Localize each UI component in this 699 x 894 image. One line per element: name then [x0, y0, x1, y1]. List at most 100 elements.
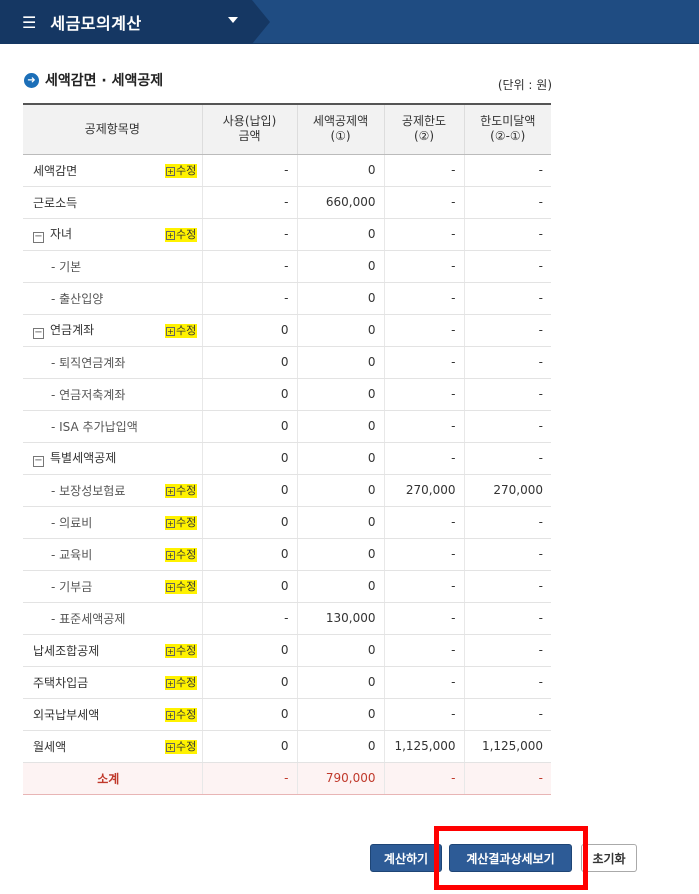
cell-unreached: - — [463, 410, 552, 443]
edit-button[interactable]: + 수정 — [165, 515, 198, 530]
cell-credit: 0 — [296, 442, 385, 475]
cell-paid: - — [201, 218, 298, 251]
cell-unreached: - — [463, 506, 552, 539]
cell-unreached: - — [463, 314, 552, 347]
cell-credit: 0 — [296, 250, 385, 283]
edit-button[interactable]: + 수정 — [165, 739, 198, 754]
cell-limit: - — [383, 186, 465, 219]
cell-credit: 0 — [296, 378, 385, 411]
row-name: - 출산입양 — [23, 282, 162, 315]
row-label: 외국납부세액 — [33, 707, 100, 722]
table-row: - 보장성보험료 + 수정 0 0 270,000 270,000 — [23, 474, 552, 507]
header-credit: 세액공제액 (①) — [296, 104, 385, 155]
row-edit-cell: + 수정 — [162, 506, 203, 539]
edit-button[interactable]: + 수정 — [165, 483, 198, 498]
row-name: 근로소득 — [23, 186, 162, 219]
cell-unreached: - — [463, 538, 552, 571]
edit-button[interactable]: + 수정 — [165, 323, 198, 338]
edit-label: 수정 — [176, 227, 197, 241]
row-edit-cell: + 수정 — [162, 698, 203, 731]
row-name: - 기본 — [23, 250, 162, 283]
cell-limit: - — [383, 506, 465, 539]
cell-unreached: 270,000 — [463, 474, 552, 507]
cell-credit: 0 — [296, 314, 385, 347]
plus-box-icon: + — [166, 678, 175, 688]
row-label: 납세조합공제 — [33, 643, 100, 658]
cell-unreached: - — [463, 154, 552, 187]
caret-down-icon — [228, 17, 238, 23]
edit-button[interactable]: + 수정 — [165, 675, 198, 690]
row-name: - 보장성보험료 — [23, 474, 162, 507]
cell-paid: 0 — [201, 538, 298, 571]
arrow-circle-icon: ➜ — [24, 72, 39, 88]
calculate-button[interactable]: 계산하기 — [370, 844, 442, 872]
cell-credit: 130,000 — [296, 602, 385, 635]
edit-button[interactable]: + 수정 — [165, 227, 198, 242]
cell-unreached: - — [463, 346, 552, 379]
cell-limit: 1,125,000 — [383, 730, 465, 763]
total-label: 소계 — [23, 761, 203, 795]
plus-box-icon: + — [166, 710, 175, 720]
cell-unreached: - — [463, 698, 552, 731]
row-edit-cell — [162, 346, 203, 379]
cell-credit: 0 — [296, 538, 385, 571]
cell-unreached: - — [463, 602, 552, 635]
cell-limit: 270,000 — [383, 474, 465, 507]
row-label: 세액감면 — [33, 163, 78, 178]
cell-credit: 0 — [296, 570, 385, 603]
edit-button[interactable]: + 수정 — [165, 163, 198, 178]
header-unreached: 한도미달액 (②-①) — [463, 104, 552, 155]
edit-button[interactable]: + 수정 — [165, 643, 198, 658]
collapse-toggle-icon[interactable]: − — [33, 328, 44, 339]
edit-button[interactable]: + 수정 — [165, 579, 198, 594]
collapse-toggle-icon[interactable]: − — [33, 232, 44, 243]
table-row: - 의료비 + 수정 0 0- - — [23, 506, 552, 539]
cell-unreached: - — [463, 634, 552, 667]
row-edit-cell: + 수정 — [162, 570, 203, 603]
row-label: - 보장성보험료 — [51, 483, 126, 498]
row-label: - 연금저축계좌 — [51, 387, 126, 402]
row-name: - 의료비 — [23, 506, 162, 539]
cell-limit: - — [383, 602, 465, 635]
edit-label: 수정 — [176, 643, 197, 657]
row-name: - 표준세액공제 — [23, 602, 162, 635]
table-row: 월세액 + 수정 0 0 1,125,000 1,125,000 — [23, 730, 552, 763]
row-edit-cell: + 수정 — [162, 314, 203, 347]
row-label: - 의료비 — [51, 515, 93, 530]
cell-limit: - — [383, 218, 465, 251]
cell-limit: - — [383, 282, 465, 315]
menu-dropdown[interactable]: ☰ 세금모의계산 — [0, 0, 270, 44]
cell-paid: - — [201, 250, 298, 283]
cell-paid: 0 — [201, 474, 298, 507]
plus-box-icon: + — [166, 582, 175, 592]
collapse-toggle-icon[interactable]: − — [33, 456, 44, 467]
cell-paid: 0 — [201, 378, 298, 411]
total-credit: 790,000 — [296, 761, 385, 795]
table-row: − 자녀 + 수정 -0- - — [23, 218, 552, 251]
table-row: − 연금계좌 + 수정 0 0- - — [23, 314, 552, 347]
row-label: - 퇴직연금계좌 — [51, 355, 126, 370]
edit-button[interactable]: + 수정 — [165, 547, 198, 562]
total-limit: - — [383, 761, 465, 795]
cell-credit: 0 — [296, 218, 385, 251]
cell-credit: 0 — [296, 506, 385, 539]
cell-limit: - — [383, 634, 465, 667]
row-name: - 기부금 — [23, 570, 162, 603]
cell-unreached: - — [463, 282, 552, 315]
highlight-box — [434, 826, 588, 890]
table-row: 근로소득 -660,000- - — [23, 186, 552, 219]
row-edit-cell — [162, 250, 203, 283]
cell-limit: - — [383, 442, 465, 475]
cell-paid: 0 — [201, 314, 298, 347]
cell-paid: - — [201, 282, 298, 315]
header-paid: 사용(납입) 금액 — [201, 104, 298, 155]
plus-box-icon: + — [166, 742, 175, 752]
row-label: 주택차입금 — [33, 675, 89, 690]
page-title: 세금모의계산 — [50, 14, 142, 33]
cell-unreached: - — [463, 186, 552, 219]
plus-box-icon: + — [166, 518, 175, 528]
table-row: - 퇴직연금계좌 0 0- - — [23, 346, 552, 379]
edit-button[interactable]: + 수정 — [165, 707, 198, 722]
row-name: - 퇴직연금계좌 — [23, 346, 162, 379]
reset-button[interactable]: 초기화 — [581, 844, 637, 872]
